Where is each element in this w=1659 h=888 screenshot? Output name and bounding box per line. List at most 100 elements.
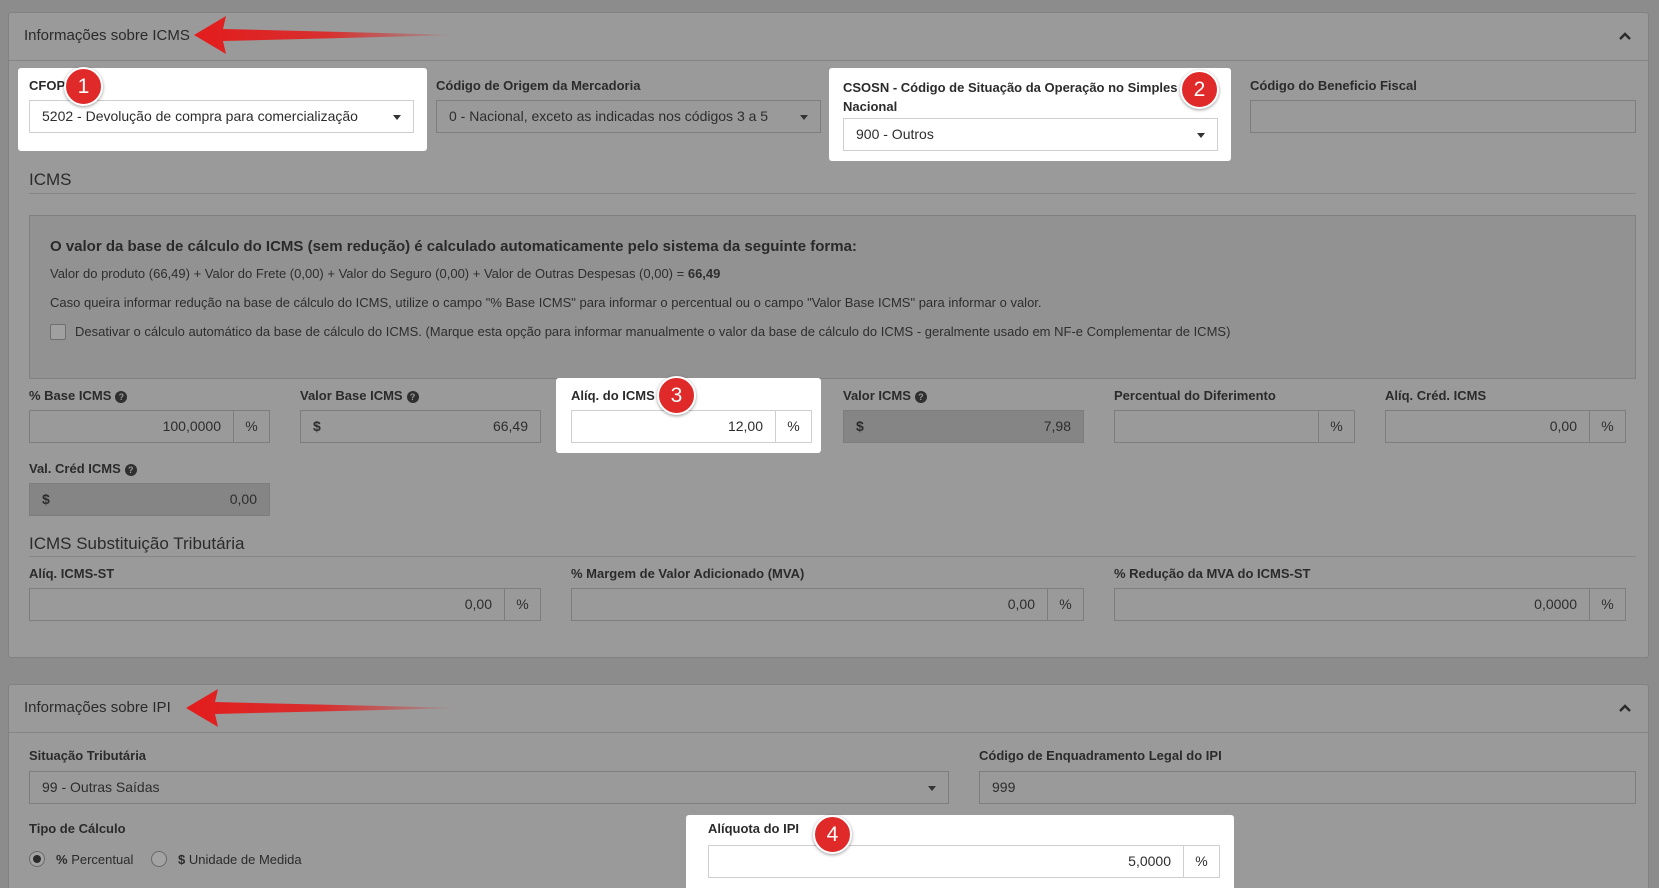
icms-section-title: ICMS (29, 170, 72, 189)
info-formula-result: 66,49 (687, 266, 721, 281)
val-cred-input: $ 0,00 (29, 483, 270, 516)
badge-1: 1 (64, 67, 103, 106)
percent-addon: % (1183, 846, 1219, 877)
percent-addon: % (1589, 411, 1625, 442)
reducao-mva-value: 0,0000 (1534, 596, 1577, 612)
auto-calc-checkbox[interactable] (50, 324, 66, 340)
aliq-cred-input[interactable]: 0,00 % (1385, 410, 1626, 443)
help-icon[interactable]: ? (406, 391, 419, 403)
auto-calc-checkbox-label: Desativar o cálculo automático da base d… (75, 324, 1231, 339)
badge-3: 3 (657, 376, 696, 415)
cfop-value: 5202 - Devolução de compra para comercia… (42, 108, 358, 124)
aliq-cred-value: 0,00 (1549, 418, 1577, 434)
arrow-left-icon (194, 16, 460, 54)
val-cred-label-text: Val. Créd ICMS (29, 461, 121, 476)
radio-percentual[interactable] (29, 851, 45, 867)
chevron-up-icon[interactable] (1618, 29, 1632, 43)
val-cred-value: 0,00 (229, 491, 257, 507)
percentual-text: Percentual (71, 852, 134, 867)
val-cred-label: Val. Créd ICMS? (29, 461, 137, 476)
aliquota-ipi-input[interactable]: 5,0000 % (708, 845, 1220, 878)
origem-label: Código de Origem da Mercadoria (436, 78, 641, 93)
base-pct-label: % Base ICMS? (29, 388, 128, 403)
mva-label: % Margem de Valor Adicionado (MVA) (571, 566, 805, 581)
info-formula-text: Valor do produto (66,49) + Valor do Fret… (50, 266, 688, 281)
info-formula: Valor do produto (66,49) + Valor do Fret… (50, 266, 720, 281)
chevron-up-icon[interactable] (1618, 701, 1632, 715)
caret-down-icon (1197, 133, 1205, 138)
help-icon[interactable]: ? (115, 391, 128, 403)
aliq-icms-input[interactable]: 12,00 % (571, 410, 812, 443)
percent-addon: % (1318, 411, 1354, 442)
beneficio-label: Código do Beneficio Fiscal (1250, 78, 1417, 93)
csosn-select[interactable]: 900 - Outros (843, 118, 1218, 151)
arrow-left-icon (186, 689, 462, 727)
icms-st-section-divider (29, 556, 1636, 557)
origem-value: 0 - Nacional, exceto as indicadas nos có… (449, 108, 769, 124)
valor-icms-value: 7,98 (1043, 418, 1071, 434)
valor-base-value: 66,49 (492, 418, 528, 434)
percent-symbol: % (56, 852, 68, 867)
dollar-addon: $ (313, 418, 321, 434)
valor-icms-label-text: Valor ICMS (843, 388, 911, 403)
diferimento-label: Percentual do Diferimento (1114, 388, 1276, 403)
csosn-value: 900 - Outros (856, 126, 934, 142)
aliq-icms-label: Alíq. do ICMS (571, 388, 655, 403)
valor-base-label: Valor Base ICMS? (300, 388, 419, 403)
mva-value: 0,00 (1007, 596, 1035, 612)
percent-addon: % (1589, 589, 1625, 620)
aliq-cred-label: Alíq. Créd. ICMS (1385, 388, 1487, 403)
icms-panel-title: Informações sobre ICMS (24, 27, 190, 44)
info-heading: O valor da base de cálculo do ICMS (sem … (50, 238, 857, 255)
help-icon[interactable]: ? (914, 391, 927, 403)
percent-addon: % (233, 411, 269, 442)
unidade-text: Unidade de Medida (188, 852, 302, 867)
icms-info-box: O valor da base de cálculo do ICMS (sem … (29, 215, 1636, 379)
situacao-value: 99 - Outras Saídas (42, 779, 160, 795)
diferimento-input[interactable]: % (1114, 410, 1355, 443)
reducao-mva-label: % Redução da MVA do ICMS-ST (1114, 566, 1311, 581)
valor-base-label-text: Valor Base ICMS (300, 388, 403, 403)
badge-4: 4 (813, 815, 852, 854)
percent-addon: % (1047, 589, 1083, 620)
ipi-panel-title: Informações sobre IPI (24, 699, 171, 716)
radio-percentual-label: % Percentual (56, 852, 133, 867)
mva-input[interactable]: 0,00 % (571, 588, 1084, 621)
radio-unidade-label: $ Unidade de Medida (178, 852, 302, 867)
dollar-symbol: $ (178, 852, 186, 867)
caret-down-icon (928, 786, 936, 791)
icms-panel: Informações sobre ICMS CFOP 5202 - Devol… (8, 12, 1649, 658)
aliq-st-value: 0,00 (464, 596, 492, 612)
info-reducao: Caso queira informar redução na base de … (50, 295, 1042, 310)
percent-addon: % (504, 589, 540, 620)
situacao-select[interactable]: 99 - Outras Saídas (29, 771, 949, 804)
dollar-addon: $ (856, 418, 864, 434)
aliquota-ipi-label: Alíquota do IPI (708, 821, 799, 836)
tipo-calculo-label: Tipo de Cálculo (29, 821, 126, 836)
help-icon[interactable]: ? (124, 464, 137, 476)
caret-down-icon (393, 115, 401, 120)
valor-icms-input: $ 7,98 (843, 410, 1084, 443)
base-pct-value: 100,0000 (162, 418, 221, 434)
base-pct-input[interactable]: 100,0000 % (29, 410, 270, 443)
enquadramento-input[interactable]: 999 (979, 771, 1636, 804)
enquadramento-value: 999 (992, 779, 1016, 795)
percent-addon: % (775, 411, 811, 442)
radio-unidade[interactable] (151, 851, 167, 867)
situacao-label: Situação Tributária (29, 748, 147, 763)
cfop-label: CFOP (29, 78, 66, 93)
aliq-st-input[interactable]: 0,00 % (29, 588, 541, 621)
badge-2: 2 (1180, 70, 1219, 109)
icms-section-divider (29, 193, 1636, 194)
csosn-label: CSOSN - Código de Situação da Operação n… (843, 80, 1178, 114)
reducao-mva-input[interactable]: 0,0000 % (1114, 588, 1626, 621)
caret-down-icon (800, 115, 808, 120)
beneficio-input[interactable] (1250, 100, 1636, 133)
base-pct-label-text: % Base ICMS (29, 388, 112, 403)
origem-select[interactable]: 0 - Nacional, exceto as indicadas nos có… (436, 100, 821, 133)
icms-st-section-title: ICMS Substituição Tributária (29, 534, 245, 553)
valor-icms-label: Valor ICMS? (843, 388, 927, 403)
valor-base-input[interactable]: $ 66,49 (300, 410, 541, 443)
aliquota-ipi-value: 5,0000 (1128, 853, 1171, 869)
aliq-icms-value: 12,00 (727, 418, 763, 434)
